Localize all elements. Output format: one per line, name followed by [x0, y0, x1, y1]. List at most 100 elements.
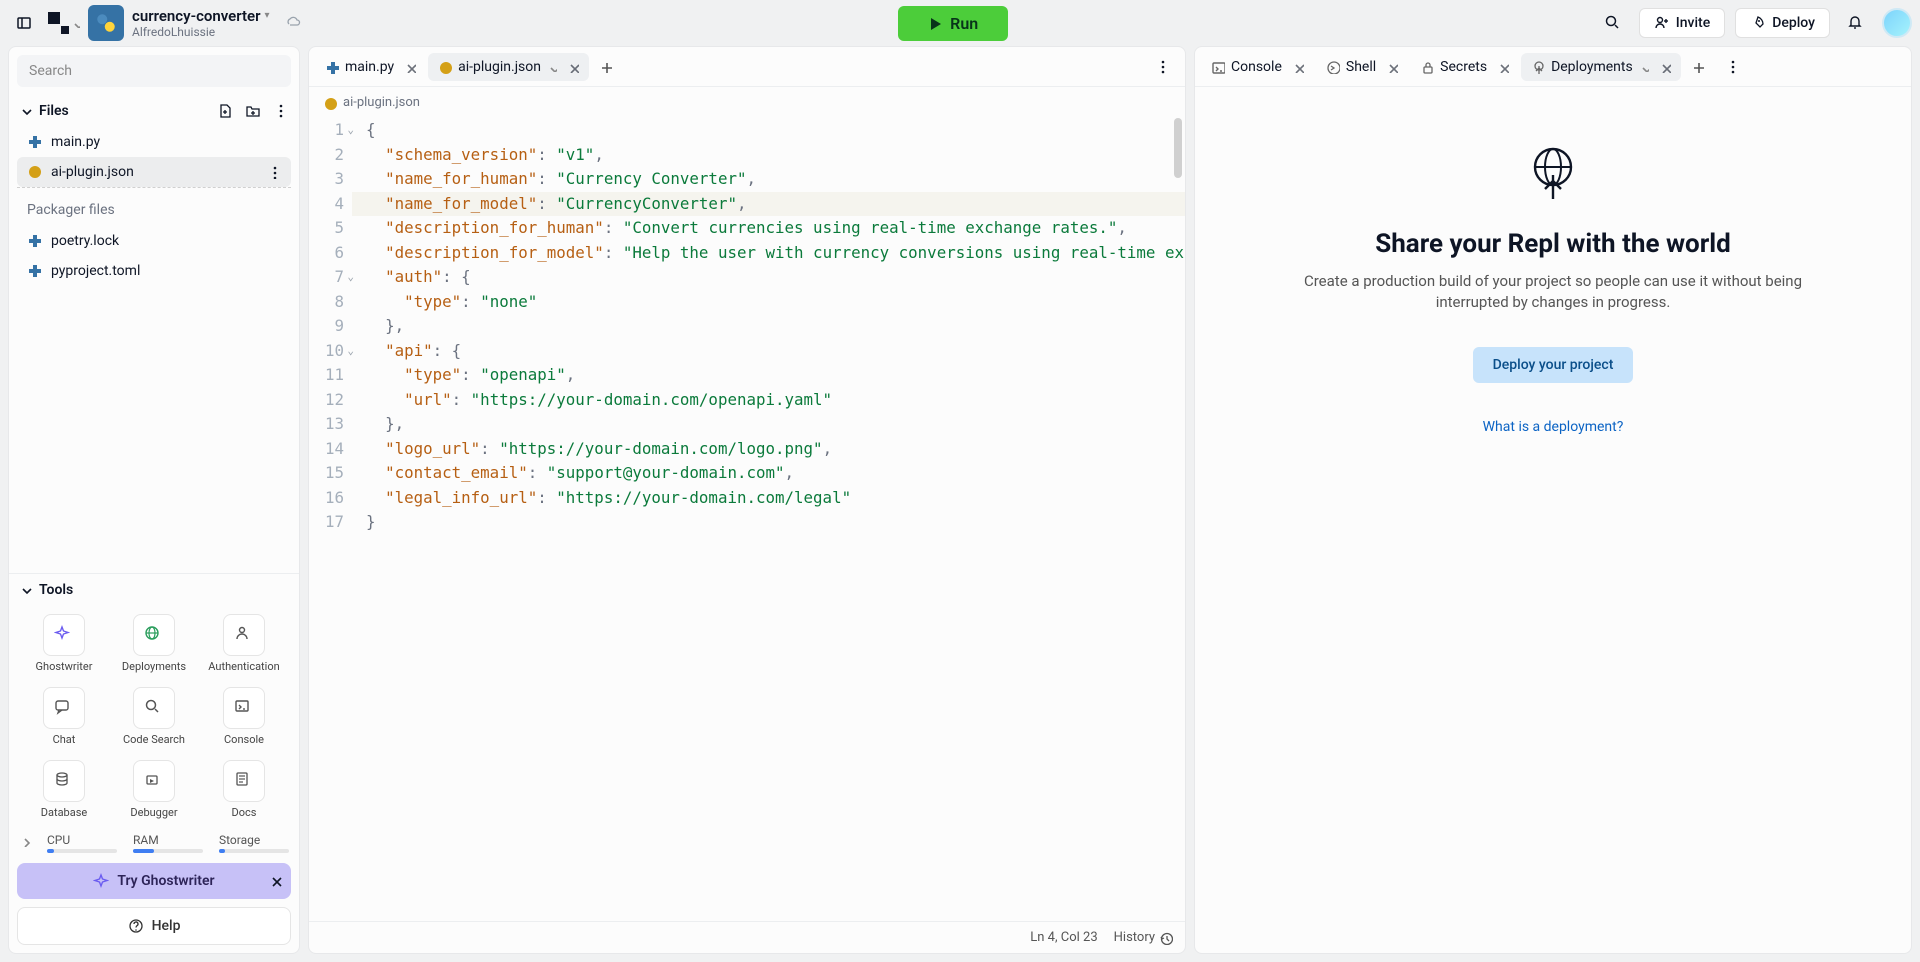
panel-tab-secrets[interactable]: Secrets	[1410, 53, 1519, 81]
try-ghostwriter-button[interactable]: Try Ghostwriter	[17, 863, 291, 899]
vertical-scrollbar[interactable]	[1173, 118, 1183, 921]
invite-button[interactable]: Invite	[1639, 8, 1725, 38]
chat-icon	[54, 698, 74, 718]
tool-deployments[interactable]: Deployments	[111, 614, 197, 673]
chevron-down-icon	[19, 104, 33, 118]
storage-label: Storage	[219, 833, 289, 847]
run-button[interactable]: Run	[898, 6, 1008, 41]
tool-code-search[interactable]: Code Search	[111, 687, 197, 746]
console-icon	[1211, 60, 1225, 74]
tab-label: Deployments	[1551, 59, 1633, 75]
shell-icon	[1326, 60, 1340, 74]
tool-label: Chat	[53, 733, 76, 746]
project-language-icon	[88, 5, 124, 41]
breadcrumb-file[interactable]: ai-plugin.json	[343, 95, 420, 110]
cursor-position[interactable]: Ln 4, Col 23	[1030, 930, 1097, 945]
project-name[interactable]: currency-converter ▾	[132, 7, 270, 25]
history-button[interactable]: History	[1114, 930, 1173, 945]
close-ghostwriter-cta[interactable]	[269, 874, 283, 888]
file-label: main.py	[51, 134, 100, 150]
tools-section-toggle[interactable]: Tools	[9, 573, 299, 606]
deploy-icon	[1531, 60, 1545, 74]
tab-label: main.py	[345, 59, 394, 75]
chevron-down-icon	[1639, 62, 1649, 72]
tool-label: Debugger	[130, 806, 177, 819]
deploy-button[interactable]: Deploy	[1735, 8, 1830, 38]
panel-tab-deployments[interactable]: Deployments	[1521, 53, 1681, 81]
search-input[interactable]: Search	[17, 55, 291, 87]
json-icon	[27, 164, 43, 180]
tool-label: Code Search	[123, 733, 185, 746]
play-icon	[928, 16, 942, 30]
files-more-button[interactable]	[273, 103, 289, 119]
close-tab-button[interactable]	[400, 59, 420, 75]
sync-status-icon[interactable]	[278, 7, 310, 39]
what-is-deployment-link[interactable]: What is a deployment?	[1483, 419, 1624, 435]
sparkle-icon	[93, 873, 109, 889]
project-owner[interactable]: AlfredoLhuissie	[132, 25, 270, 39]
database-icon	[54, 771, 74, 791]
file-label: ai-plugin.json	[51, 164, 134, 180]
python-icon	[27, 263, 43, 279]
toggle-sidebar-button[interactable]	[8, 7, 40, 39]
close-tab-button[interactable]	[563, 59, 583, 75]
tool-label: Deployments	[122, 660, 186, 673]
deployments-hero-icon	[1523, 143, 1583, 203]
file-ai-plugin-json[interactable]: ai-plugin.json	[17, 157, 291, 187]
tab-label: Secrets	[1440, 59, 1487, 75]
tool-label: Authentication	[208, 660, 279, 673]
file-pyproject-toml[interactable]: pyproject.toml	[17, 256, 291, 286]
debugger-icon	[144, 771, 164, 791]
tool-authentication[interactable]: Authentication	[201, 614, 287, 673]
new-panel-tab-button[interactable]	[1683, 56, 1713, 78]
deployments-subtext: Create a production build of your projec…	[1273, 271, 1833, 313]
close-tab-button[interactable]	[1493, 59, 1513, 75]
panel-more-button[interactable]	[1717, 51, 1749, 83]
notifications-button[interactable]	[1840, 7, 1872, 39]
new-file-button[interactable]	[217, 103, 233, 119]
python-icon	[325, 60, 339, 74]
ghostwriter-icon	[54, 625, 74, 645]
chevron-down-icon: ▾	[265, 10, 270, 22]
new-folder-button[interactable]	[245, 103, 261, 119]
file-main-py[interactable]: main.py	[17, 127, 291, 157]
tool-ghostwriter[interactable]: Ghostwriter	[21, 614, 107, 673]
deploy-project-button[interactable]: Deploy your project	[1473, 347, 1634, 383]
close-tab-button[interactable]	[1655, 59, 1675, 75]
resource-monitor[interactable]: CPU RAM Storage	[9, 827, 299, 855]
tool-label: Docs	[232, 806, 257, 819]
tool-console[interactable]: Console	[201, 687, 287, 746]
tool-label: Console	[224, 733, 264, 746]
code-editor[interactable]: 1234567891011121314151617 { "schema_vers…	[309, 118, 1185, 921]
json-icon	[323, 96, 337, 110]
python-icon	[27, 233, 43, 249]
avatar[interactable]	[1882, 8, 1912, 38]
json-icon	[438, 60, 452, 74]
tab-main-py[interactable]: main.py	[315, 53, 426, 81]
tool-docs[interactable]: Docs	[201, 760, 287, 819]
tab-label: ai-plugin.json	[458, 59, 541, 75]
file-more-button[interactable]	[267, 165, 281, 179]
help-icon	[128, 918, 144, 934]
close-tab-button[interactable]	[1288, 59, 1308, 75]
tool-database[interactable]: Database	[21, 760, 107, 819]
tab-label: Console	[1231, 59, 1282, 75]
file-label: pyproject.toml	[51, 263, 140, 279]
docs-icon	[234, 771, 254, 791]
new-tab-button[interactable]	[591, 56, 621, 78]
replit-logo[interactable]	[48, 7, 80, 39]
cpu-label: CPU	[47, 833, 117, 847]
panel-tab-shell[interactable]: Shell	[1316, 53, 1408, 81]
help-button[interactable]: Help	[17, 907, 291, 945]
close-tab-button[interactable]	[1382, 59, 1402, 75]
tool-chat[interactable]: Chat	[21, 687, 107, 746]
chevron-right-icon	[19, 835, 31, 847]
file-poetry-lock[interactable]: poetry.lock	[17, 226, 291, 256]
python-icon	[27, 134, 43, 150]
panel-tab-console[interactable]: Console	[1201, 53, 1314, 81]
files-section-toggle[interactable]: Files	[9, 95, 299, 127]
tab-ai-plugin-json[interactable]: ai-plugin.json	[428, 53, 589, 81]
tool-debugger[interactable]: Debugger	[111, 760, 197, 819]
editor-more-button[interactable]	[1147, 51, 1179, 83]
global-search-button[interactable]	[1597, 7, 1629, 39]
